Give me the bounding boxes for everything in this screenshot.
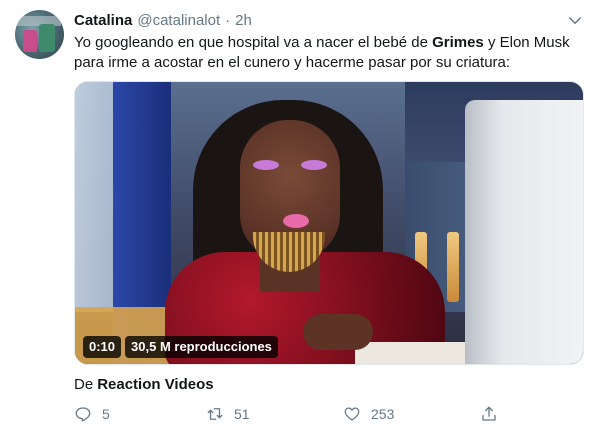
- share-icon: [482, 406, 496, 421]
- author-handle[interactable]: @catalinalot: [137, 12, 220, 29]
- tweet-header: Catalina @catalinalot · 2h: [74, 10, 252, 30]
- separator: ·: [225, 11, 231, 29]
- like-button[interactable]: 253: [343, 403, 394, 425]
- retweet-button[interactable]: 51: [206, 403, 250, 425]
- source-label: De: [74, 376, 94, 393]
- avatar[interactable]: [15, 10, 64, 59]
- tweet-actions: 5 51 253: [74, 403, 514, 425]
- mention-grimes: Grimes: [432, 34, 484, 51]
- reply-count: 5: [102, 406, 110, 422]
- video-player[interactable]: 0:10 30,5 M reproducciones: [74, 81, 584, 365]
- share-button[interactable]: [480, 403, 498, 425]
- reply-icon: [75, 407, 91, 422]
- tweet[interactable]: Catalina @catalinalot · 2h Yo googleando…: [0, 0, 600, 437]
- like-count: 253: [371, 406, 395, 422]
- retweet-count: 51: [234, 406, 250, 422]
- video-duration: 0:10: [83, 336, 122, 358]
- tweet-text: Yo googleando en que hospital va a nacer…: [74, 34, 570, 71]
- source-link[interactable]: Reaction Videos: [97, 376, 213, 393]
- retweet-icon: [207, 408, 223, 420]
- video-views: 30,5 M reproducciones: [125, 336, 278, 358]
- video-frame: [75, 82, 583, 364]
- author-name[interactable]: Catalina: [74, 12, 132, 29]
- heart-icon: [344, 407, 360, 421]
- video-source: De Reaction Videos: [74, 375, 214, 395]
- video-badges: 0:10 30,5 M reproducciones: [83, 336, 278, 358]
- reply-button[interactable]: 5: [74, 403, 110, 425]
- timestamp[interactable]: 2h: [235, 12, 252, 29]
- chevron-down-icon[interactable]: [566, 12, 584, 30]
